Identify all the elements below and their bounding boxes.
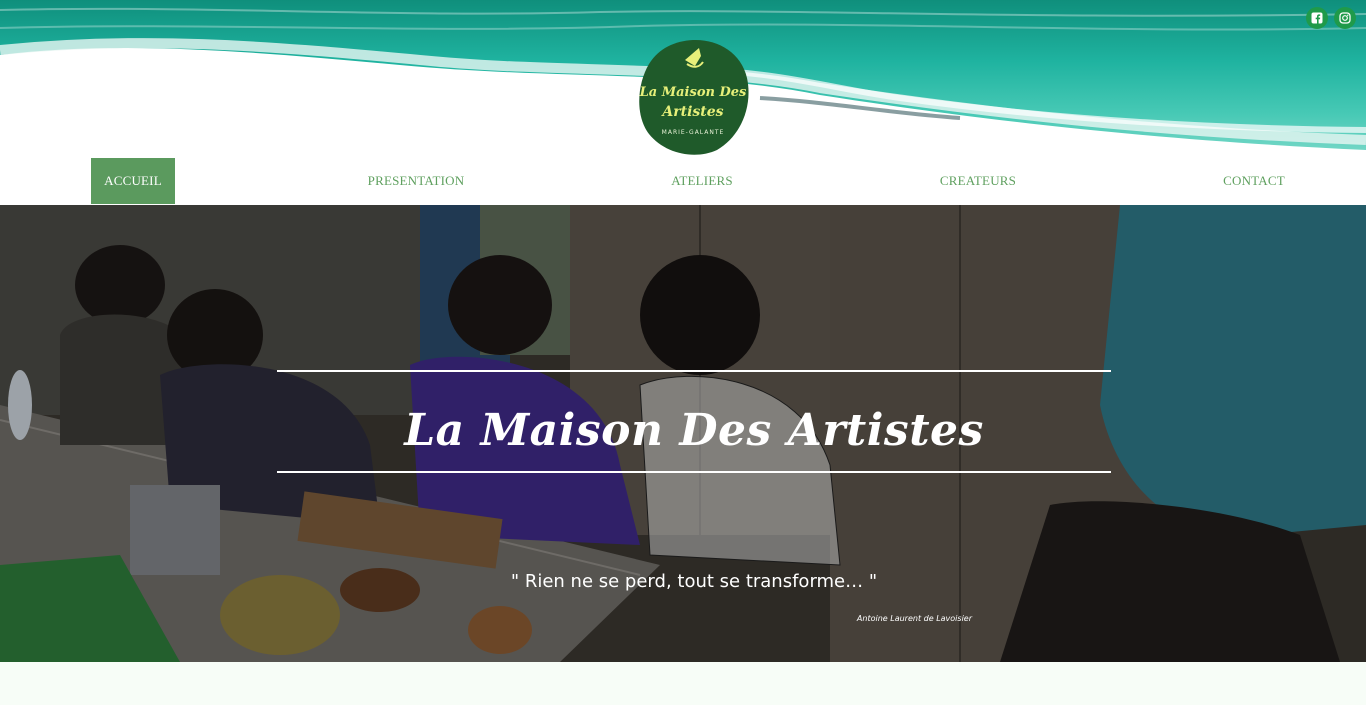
- nav-item-presentation[interactable]: PRESENTATION: [356, 158, 476, 204]
- hero-top-rule: [277, 370, 1111, 372]
- facebook-icon: [1311, 12, 1323, 24]
- hero-quote: " Rien ne se perd, tout se transforme… ": [510, 571, 878, 592]
- hero-banner: La Maison Des Artistes " Rien ne se perd…: [0, 205, 1366, 662]
- instagram-button[interactable]: [1334, 7, 1356, 29]
- site-logo[interactable]: La Maison Des Artistes MARIE-GALANTE: [637, 38, 749, 156]
- facebook-button[interactable]: [1306, 7, 1328, 29]
- logo-line3: MARIE-GALANTE: [662, 129, 725, 136]
- instagram-icon: [1339, 12, 1351, 24]
- nav-item-contact[interactable]: CONTACT: [1210, 158, 1298, 204]
- logo-line2: Artistes: [660, 104, 723, 120]
- hero-title: La Maison Des Artistes: [404, 405, 984, 456]
- hero-bottom-rule: [277, 471, 1111, 473]
- logo-line1: La Maison Des: [639, 85, 747, 100]
- main-navigation: ACCUEIL PRESENTATION ATELIERS CREATEURS …: [0, 158, 1366, 204]
- social-links: [1306, 7, 1356, 29]
- nav-item-ateliers[interactable]: ATELIERS: [657, 158, 747, 204]
- nav-item-createurs[interactable]: CREATEURS: [928, 158, 1028, 204]
- hero-quote-author: Antoine Laurent de Lavoisier: [856, 614, 972, 623]
- nav-item-accueil[interactable]: ACCUEIL: [91, 158, 175, 204]
- site-header: La Maison Des Artistes MARIE-GALANTE ACC…: [0, 0, 1366, 205]
- page-content-start: [0, 662, 1366, 705]
